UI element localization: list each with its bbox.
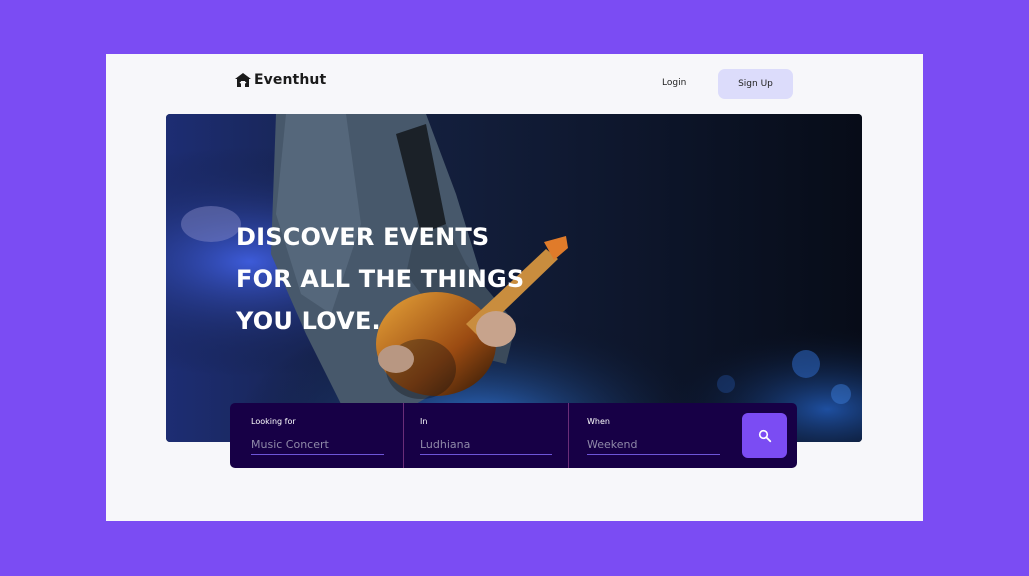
when-field: When [569, 403, 729, 468]
looking-for-input[interactable] [251, 434, 384, 455]
search-icon [758, 429, 771, 442]
when-label: When [587, 417, 610, 426]
when-input[interactable] [587, 434, 720, 455]
hero-title-line: DISCOVER EVENTS [236, 223, 490, 251]
hero-title-line: YOU LOVE. [236, 307, 381, 335]
hero-banner: DISCOVER EVENTS FOR ALL THE THINGS YOU L… [166, 114, 862, 442]
page-frame: Eventhut Login Sign Up DISCOVER EVENTS F… [106, 54, 923, 521]
location-field: In [404, 403, 568, 468]
hut-logo-icon [234, 72, 252, 88]
location-label: In [420, 417, 428, 426]
login-link[interactable]: Login [662, 78, 686, 88]
brand-logo[interactable]: Eventhut [234, 72, 326, 88]
looking-for-label: Looking for [251, 417, 296, 426]
hero-title: DISCOVER EVENTS FOR ALL THE THINGS YOU L… [236, 216, 524, 342]
location-input[interactable] [420, 434, 552, 455]
looking-for-field: Looking for [230, 403, 402, 468]
hero-title-line: FOR ALL THE THINGS [236, 265, 525, 293]
signup-button[interactable]: Sign Up [718, 69, 793, 99]
event-search-bar: Looking for In When [230, 403, 797, 468]
search-button[interactable] [742, 413, 787, 458]
brand-name: Eventhut [254, 72, 327, 88]
